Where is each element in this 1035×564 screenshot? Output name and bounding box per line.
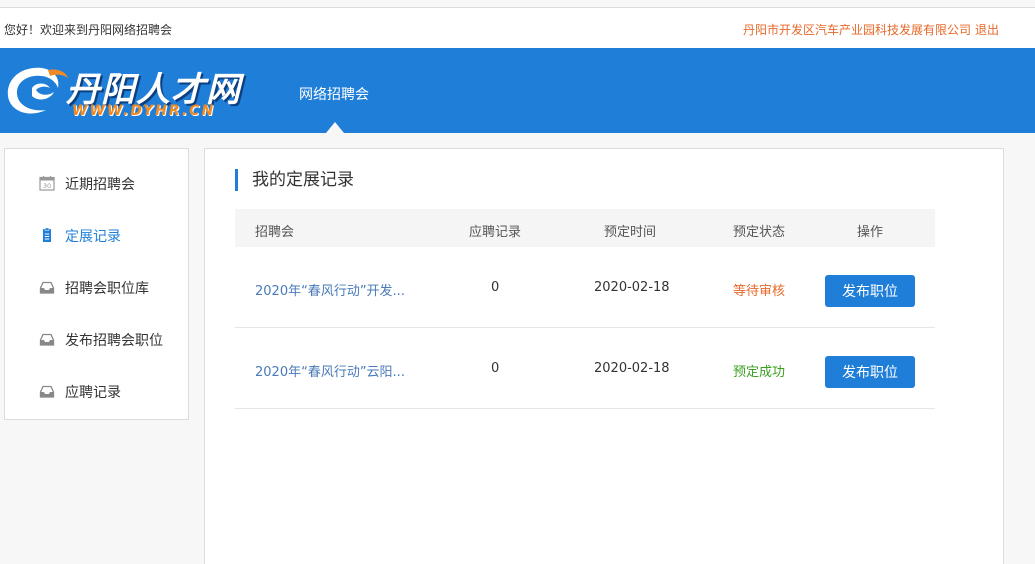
application-count: 0 <box>491 361 500 376</box>
booking-date: 2020-02-18 <box>594 280 670 295</box>
logout-link[interactable]: 退出 <box>975 23 999 37</box>
calendar-icon: 30 <box>39 176 55 191</box>
sidebar-item-booking-records[interactable]: 定展记录 <box>5 220 188 250</box>
booking-date: 2020-02-18 <box>594 361 670 376</box>
column-header-booking-time: 预定时间 <box>604 225 657 240</box>
table-header: 招聘会 应聘记录 预定时间 预定状态 操作 <box>235 209 935 247</box>
logo-url: WWW.DYHR.CN <box>72 103 216 119</box>
inbox-icon <box>39 281 55 294</box>
sidebar: 30 近期招聘会 定展记录 招聘会职位库 发布招聘会职位 应聘记录 <box>4 148 189 420</box>
calendar-day: 30 <box>43 182 51 190</box>
nav-active-indicator <box>326 122 344 133</box>
table-row: 2020年“春风行动”开发... 0 2020-02-18 等待审核 发布职位 <box>235 247 935 328</box>
inbox-icon <box>39 333 55 346</box>
column-header-action: 操作 <box>857 225 884 240</box>
sidebar-item-fair-job-library[interactable]: 招聘会职位库 <box>5 272 188 302</box>
status-badge: 等待审核 <box>733 284 786 299</box>
inbox-icon <box>39 385 55 398</box>
status-badge: 预定成功 <box>733 365 786 380</box>
sidebar-item-label: 发布招聘会职位 <box>65 333 163 349</box>
sidebar-item-post-fair-job[interactable]: 发布招聘会职位 <box>5 324 188 354</box>
main-panel: 我的定展记录 招聘会 应聘记录 预定时间 预定状态 操作 2020年“春风行动”… <box>204 148 1004 564</box>
sidebar-item-label: 定展记录 <box>65 229 121 245</box>
sidebar-item-recent-fairs[interactable]: 30 近期招聘会 <box>5 168 188 198</box>
column-header-fair: 招聘会 <box>255 225 295 240</box>
document-icon <box>43 227 51 242</box>
site-logo[interactable]: 丹阳人才网 WWW.DYHR.CN <box>2 58 257 124</box>
sidebar-item-application-records[interactable]: 应聘记录 <box>5 376 188 406</box>
site-header: 丹阳人才网 WWW.DYHR.CN 网络招聘会 <box>0 48 1035 133</box>
company-name-link[interactable]: 丹阳市开发区汽车产业园科技发展有限公司 <box>743 23 971 37</box>
logo-swirl-icon <box>7 67 68 114</box>
post-job-button[interactable]: 发布职位 <box>825 356 915 388</box>
sidebar-item-label: 近期招聘会 <box>65 177 135 193</box>
user-info: 丹阳市开发区汽车产业园科技发展有限公司 退出 <box>743 21 999 38</box>
top-bar: 您好！欢迎来到丹阳网络招聘会 丹阳市开发区汽车产业园科技发展有限公司 退出 <box>0 7 1035 48</box>
table-row: 2020年“春风行动”云阳... 0 2020-02-18 预定成功 发布职位 <box>235 328 935 409</box>
column-header-booking-status: 预定状态 <box>733 225 786 240</box>
fair-name-link[interactable]: 2020年“春风行动”云阳... <box>255 361 405 380</box>
welcome-text: 您好！欢迎来到丹阳网络招聘会 <box>4 23 173 37</box>
nav-online-job-fair[interactable]: 网络招聘会 <box>299 84 369 104</box>
application-count: 0 <box>491 280 500 295</box>
page-title: 我的定展记录 <box>235 169 354 191</box>
sidebar-item-label: 招聘会职位库 <box>65 281 149 297</box>
sidebar-item-label: 应聘记录 <box>65 385 121 401</box>
column-header-applications: 应聘记录 <box>469 225 522 240</box>
post-job-button[interactable]: 发布职位 <box>825 275 915 307</box>
fair-name-link[interactable]: 2020年“春风行动”开发... <box>255 280 405 299</box>
